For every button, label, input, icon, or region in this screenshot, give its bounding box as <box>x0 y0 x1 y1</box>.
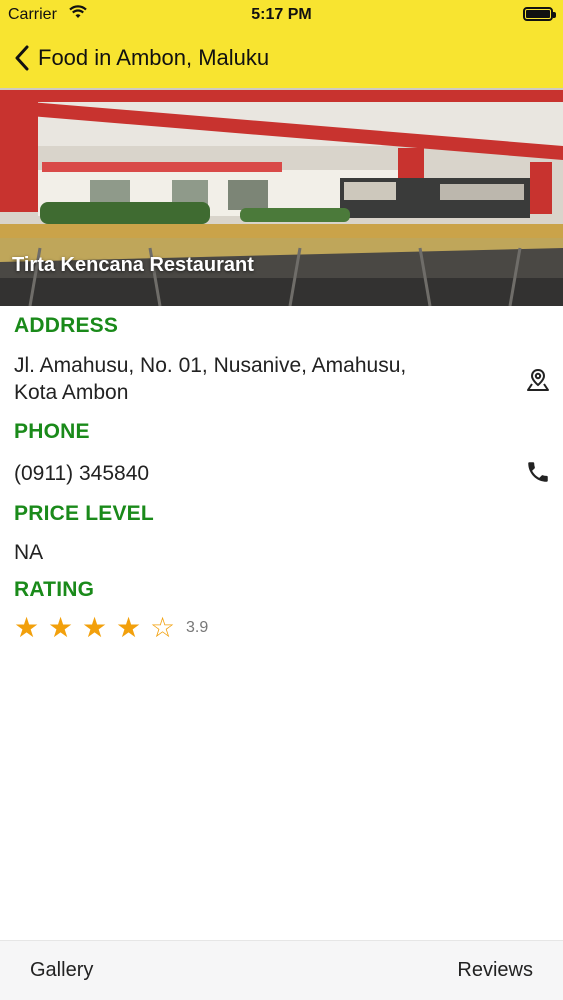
star-icon-filled: ★ <box>82 612 108 643</box>
bottom-bar: Gallery Reviews <box>0 940 563 1000</box>
price-level-value: NA <box>14 541 44 564</box>
phone-icon <box>528 462 548 482</box>
gallery-button[interactable]: Gallery <box>30 959 93 982</box>
address-value: Jl. Amahusu, No. 01, Nusanive, Amahusu, … <box>14 352 484 406</box>
star-icon-empty: ☆ <box>150 612 176 643</box>
call-button[interactable] <box>523 457 553 487</box>
nav-title: Food in Ambon, Maluku <box>38 45 270 70</box>
chevron-left-icon <box>15 45 29 71</box>
address-line-1: Jl. Amahusu, No. 01, Nusanive, Amahusu, <box>14 354 407 377</box>
rating-value: 3.9 <box>186 619 209 636</box>
phone-label: PHONE <box>14 420 90 443</box>
address-line-2: Kota Ambon <box>14 381 129 404</box>
status-bar: Carrier 5:17 PM <box>0 0 563 30</box>
map-pin-icon <box>527 368 549 391</box>
star-icon-filled: ★ <box>48 612 74 643</box>
reviews-button[interactable]: Reviews <box>457 959 533 982</box>
map-button[interactable] <box>523 365 553 395</box>
price-level-label: PRICE LEVEL <box>14 502 154 525</box>
nav-bar: Food in Ambon, Maluku <box>0 38 563 78</box>
rating-stars: ★ ★ ★ ★ ☆ 3.9 <box>14 614 208 642</box>
status-time: 5:17 PM <box>251 6 312 23</box>
star-icon-filled: ★ <box>116 612 142 643</box>
phone-value: (0911) 345840 <box>14 462 150 485</box>
battery-icon <box>523 7 556 21</box>
address-label: ADDRESS <box>14 314 119 337</box>
rating-label: RATING <box>14 578 95 601</box>
restaurant-name: Tirta Kencana Restaurant <box>12 254 254 276</box>
restaurant-photo: Tirta Kencana Restaurant <box>0 88 563 306</box>
back-button[interactable]: Food in Ambon, Maluku <box>0 45 269 71</box>
top-bar: Carrier 5:17 PM Food in Ambon, Maluku <box>0 0 563 88</box>
star-icon-filled: ★ <box>14 612 40 643</box>
